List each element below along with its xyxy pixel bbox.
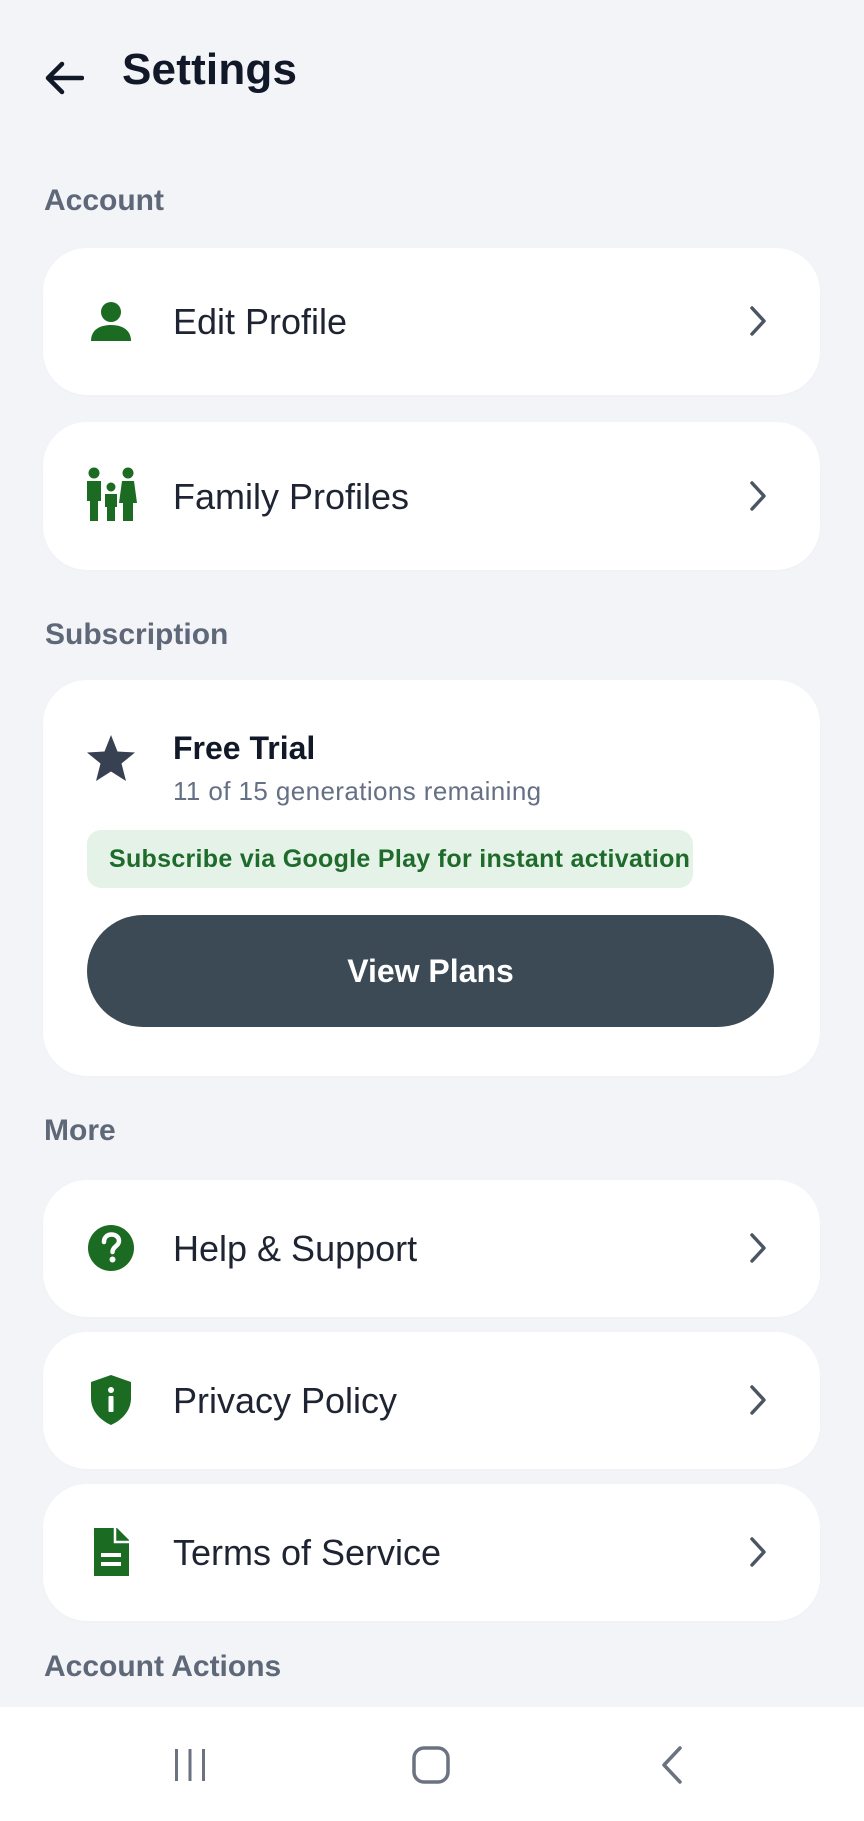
system-navigation-bar — [0, 1707, 864, 1821]
section-label-account: Account — [44, 184, 164, 217]
settings-screen: Settings Account Edit Profile Family Pro… — [0, 0, 864, 1821]
terms-of-service-label: Terms of Service — [173, 1532, 442, 1573]
section-label-subscription: Subscription — [45, 618, 229, 651]
nav-back-button[interactable] — [632, 1735, 712, 1795]
family-icon — [83, 467, 139, 523]
family-profiles-label: Family Profiles — [173, 476, 410, 517]
star-icon — [83, 730, 139, 786]
terms-of-service-row[interactable]: Terms of Service — [43, 1484, 820, 1621]
family-profiles-row[interactable]: Family Profiles — [43, 422, 820, 570]
promo-text: Subscribe via Google Play for instant ac… — [109, 844, 691, 873]
arrow-left-icon — [45, 61, 84, 95]
chevron-right-icon — [744, 1532, 772, 1572]
plan-usage-text: 11 of 15 generations remaining — [173, 776, 542, 806]
home-icon — [412, 1746, 450, 1784]
chevron-right-icon — [744, 301, 772, 341]
help-support-label: Help & Support — [173, 1228, 418, 1269]
edit-profile-label: Edit Profile — [173, 301, 348, 342]
chevron-right-icon — [744, 476, 772, 516]
back-button[interactable] — [36, 50, 92, 106]
page-title: Settings — [122, 45, 298, 94]
help-support-row[interactable]: Help & Support — [43, 1180, 820, 1317]
edit-profile-row[interactable]: Edit Profile — [43, 248, 820, 395]
plan-title: Free Trial — [173, 730, 316, 766]
app-header: Settings — [0, 0, 864, 150]
home-button[interactable] — [391, 1735, 471, 1795]
shield-icon — [83, 1372, 139, 1428]
promo-badge: Subscribe via Google Play for instant ac… — [87, 830, 693, 888]
document-icon — [83, 1524, 139, 1580]
chevron-right-icon — [744, 1380, 772, 1420]
section-label-more: More — [44, 1114, 116, 1147]
nav-back-icon — [662, 1746, 682, 1784]
view-plans-button[interactable]: View Plans — [87, 915, 774, 1027]
section-label-account-actions: Account Actions — [44, 1650, 282, 1683]
privacy-policy-row[interactable]: Privacy Policy — [43, 1332, 820, 1469]
recents-button[interactable] — [150, 1735, 230, 1795]
help-icon — [83, 1220, 139, 1276]
recents-icon — [175, 1749, 205, 1781]
subscription-card: Free Trial 11 of 15 generations remainin… — [43, 680, 820, 1076]
person-icon — [83, 293, 139, 349]
chevron-right-icon — [744, 1228, 772, 1268]
privacy-policy-label: Privacy Policy — [173, 1380, 398, 1421]
